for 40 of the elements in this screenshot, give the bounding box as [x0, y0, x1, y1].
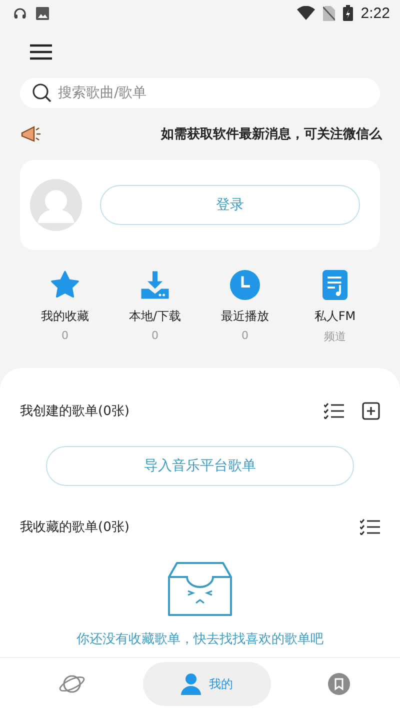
user-icon — [181, 673, 201, 695]
shortcut-item[interactable]: 最近播放 0 — [200, 270, 290, 344]
avatar-icon — [30, 179, 82, 231]
megaphone-icon — [20, 125, 42, 143]
status-time: 2:22 — [360, 4, 390, 22]
wifi-icon — [296, 6, 315, 20]
planet-icon — [58, 672, 86, 696]
music-note-icon — [322, 270, 348, 300]
section-title: 我创建的歌单(0张) — [20, 403, 130, 420]
menu-icon[interactable] — [30, 44, 52, 60]
shortcut-label: 最近播放 — [221, 308, 269, 325]
shortcut-item[interactable]: 私人FM 频道 — [290, 270, 380, 344]
shortcut-item[interactable]: 我的收藏 0 — [20, 270, 110, 344]
shortcut-label: 私人FM — [314, 308, 356, 325]
shortcut-count: 0 — [242, 329, 248, 342]
list-icon[interactable] — [324, 403, 344, 419]
shortcut-label: 我的收藏 — [41, 308, 89, 325]
no-sim-icon — [322, 6, 335, 20]
shortcut-count: 0 — [62, 329, 68, 342]
search-field[interactable]: 搜索歌曲/歌单 — [20, 78, 380, 108]
add-icon[interactable] — [362, 402, 380, 420]
search-icon — [32, 83, 52, 103]
notice-text: 如需获取软件最新消息，可关注微信么 — [161, 126, 382, 143]
bookmark-icon — [328, 673, 350, 695]
section-title: 我收藏的歌单(0张) — [20, 519, 130, 536]
shortcut-count: 0 — [152, 329, 158, 342]
empty-box-icon — [167, 562, 233, 616]
download-icon — [140, 270, 170, 300]
battery-icon — [342, 5, 353, 21]
star-icon — [50, 270, 80, 300]
shortcut-count: 频道 — [324, 329, 346, 344]
nav-icon-tab[interactable] — [328, 673, 350, 695]
list-icon[interactable] — [360, 519, 380, 535]
nav-icon-tab[interactable] — [58, 672, 86, 696]
empty-message: 你还没有收藏歌单，快去找找喜欢的歌单吧 — [76, 631, 324, 648]
image-icon — [36, 6, 49, 20]
shortcut-item[interactable]: 本地/下载 0 — [110, 270, 200, 344]
clock-icon — [230, 270, 260, 300]
shortcut-label: 本地/下载 — [128, 308, 182, 325]
headphones-icon — [14, 8, 26, 18]
